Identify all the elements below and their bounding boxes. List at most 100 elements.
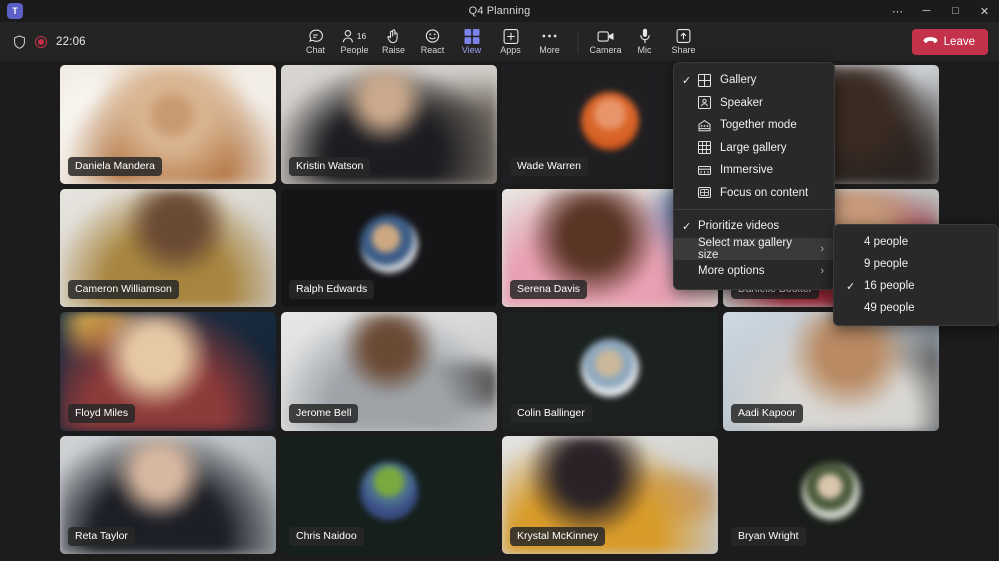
gallery-grid-icon xyxy=(698,74,720,87)
participant-name: Ralph Edwards xyxy=(289,280,374,299)
leave-button[interactable]: Leave xyxy=(912,29,988,55)
large-gallery-icon xyxy=(698,141,720,154)
video-tile-krystal-mckinney[interactable]: Krystal McKinney xyxy=(502,436,718,555)
toolbar-label-mic: Mic xyxy=(638,45,652,55)
avatar xyxy=(360,215,418,273)
toolbar-label-raise: Raise xyxy=(382,45,405,55)
recording-indicator-icon xyxy=(35,36,47,48)
menu-item-immersive[interactable]: Immersive xyxy=(674,159,834,182)
toolbar-button-raise[interactable]: Raise xyxy=(374,23,413,60)
toolbar-label-people: People xyxy=(340,45,368,55)
share-screen-icon xyxy=(677,28,691,44)
video-tile-colin-ballinger[interactable]: Colin Ballinger xyxy=(502,312,718,431)
participant-name: Chris Naidoo xyxy=(289,527,364,546)
toolbar-label-react: React xyxy=(421,45,445,55)
window-controls: ⋯ ─ □ ✕ xyxy=(883,0,999,22)
submenu-item-4-people[interactable]: 4 people xyxy=(834,231,998,253)
toolbar-right-group: Leave xyxy=(902,22,988,61)
video-tile-kristin-watson[interactable]: Kristin Watson xyxy=(281,65,497,184)
toolbar-button-chat[interactable]: Chat xyxy=(296,23,335,60)
toolbar-label-apps: Apps xyxy=(500,45,521,55)
chat-icon xyxy=(308,28,324,44)
check-icon: ✓ xyxy=(846,280,864,293)
check-icon: ✓ xyxy=(682,74,698,87)
title-bar: T Q4 Planning ⋯ ─ □ ✕ xyxy=(0,0,999,22)
video-tile-chris-naidoo[interactable]: Chris Naidoo xyxy=(281,436,497,555)
toolbar-divider xyxy=(577,31,578,53)
submenu-label: 9 people xyxy=(864,258,988,270)
submenu-item-9-people[interactable]: 9 people xyxy=(834,253,998,275)
window-title: Q4 Planning xyxy=(0,5,999,17)
menu-label: Together mode xyxy=(720,119,824,131)
shield-icon xyxy=(13,35,26,49)
video-tile-ralph-edwards[interactable]: Ralph Edwards xyxy=(281,189,497,308)
focus-content-icon xyxy=(698,186,720,199)
people-count-badge: 16 xyxy=(357,31,366,41)
apps-plus-icon xyxy=(503,28,518,44)
participant-name: Aadi Kapoor xyxy=(731,404,803,423)
menu-item-focus-on-content[interactable]: Focus on content xyxy=(674,182,834,205)
video-tile-aadi-kapoor[interactable]: Aadi Kapoor xyxy=(723,312,939,431)
menu-label: Speaker xyxy=(720,97,824,109)
menu-label: Focus on content xyxy=(720,187,824,199)
submenu-label: 4 people xyxy=(864,236,988,248)
avatar xyxy=(802,462,860,520)
hangup-icon xyxy=(923,36,938,48)
video-tile-bryan-wright[interactable]: Bryan Wright xyxy=(723,436,939,555)
menu-label: Gallery xyxy=(720,74,824,86)
video-tile-floyd-miles[interactable]: Floyd Miles xyxy=(60,312,276,431)
participant-name: Colin Ballinger xyxy=(510,404,592,423)
menu-label: Immersive xyxy=(720,164,824,176)
close-button[interactable]: ✕ xyxy=(970,0,999,22)
toolbar-label-view: View xyxy=(462,45,481,55)
participant-name: Daniela Mandera xyxy=(68,157,162,176)
video-tile-reta-taylor[interactable]: Reta Taylor xyxy=(60,436,276,555)
raise-hand-icon xyxy=(386,28,401,44)
toolbar-button-react[interactable]: React xyxy=(413,23,452,60)
toolbar-button-camera[interactable]: Camera xyxy=(586,23,625,60)
more-window-options-button[interactable]: ⋯ xyxy=(883,0,912,22)
meeting-timer: 22:06 xyxy=(56,36,86,48)
menu-label: Prioritize videos xyxy=(698,220,824,232)
menu-item-prioritize-videos[interactable]: ✓ Prioritize videos xyxy=(674,215,834,238)
toolbar-button-view[interactable]: View xyxy=(452,23,491,60)
toolbar-label-chat: Chat xyxy=(306,45,325,55)
maximize-button[interactable]: □ xyxy=(941,0,970,22)
toolbar-button-mic[interactable]: Mic xyxy=(625,23,664,60)
minimize-button[interactable]: ─ xyxy=(912,0,941,22)
speaker-icon xyxy=(698,96,720,109)
video-tile-cameron-williamson[interactable]: Cameron Williamson xyxy=(60,189,276,308)
video-tile-daniela-mandera[interactable]: Daniela Mandera xyxy=(60,65,276,184)
menu-item-more-options[interactable]: More options › xyxy=(674,260,834,283)
submenu-item-49-people[interactable]: 49 people xyxy=(834,297,998,319)
submenu-item-16-people[interactable]: ✓ 16 people xyxy=(834,275,998,297)
participant-name: Kristin Watson xyxy=(289,157,370,176)
participant-name: Jerome Bell xyxy=(289,404,358,423)
toolbar-label-camera: Camera xyxy=(589,45,621,55)
participant-name: Cameron Williamson xyxy=(68,280,179,299)
view-menu: ✓ Gallery Speaker Together mode L xyxy=(673,62,835,290)
participant-name: Floyd Miles xyxy=(68,404,135,423)
menu-divider xyxy=(674,209,834,210)
toolbar-button-people[interactable]: 16 People xyxy=(335,23,374,60)
participant-name: Reta Taylor xyxy=(68,527,135,546)
toolbar-button-apps[interactable]: Apps xyxy=(491,23,530,60)
people-icon: 16 xyxy=(343,28,366,44)
toolbar-button-more[interactable]: More xyxy=(530,23,569,60)
menu-item-gallery[interactable]: ✓ Gallery xyxy=(674,69,834,92)
participant-name: Krystal McKinney xyxy=(510,527,605,546)
view-grid-icon xyxy=(464,28,479,44)
menu-item-large-gallery[interactable]: Large gallery xyxy=(674,137,834,160)
immersive-icon xyxy=(698,164,720,177)
avatar xyxy=(581,339,639,397)
submenu-label: 16 people xyxy=(864,280,988,292)
chevron-right-icon: › xyxy=(820,243,824,255)
video-tile-jerome-bell[interactable]: Jerome Bell xyxy=(281,312,497,431)
menu-item-together-mode[interactable]: Together mode xyxy=(674,114,834,137)
menu-item-select-max-gallery-size[interactable]: Select max gallery size › xyxy=(674,238,834,261)
microphone-icon xyxy=(639,28,650,44)
chevron-right-icon: › xyxy=(820,265,824,277)
toolbar-button-share[interactable]: Share xyxy=(664,23,703,60)
menu-item-speaker[interactable]: Speaker xyxy=(674,92,834,115)
menu-label: More options xyxy=(698,265,814,277)
